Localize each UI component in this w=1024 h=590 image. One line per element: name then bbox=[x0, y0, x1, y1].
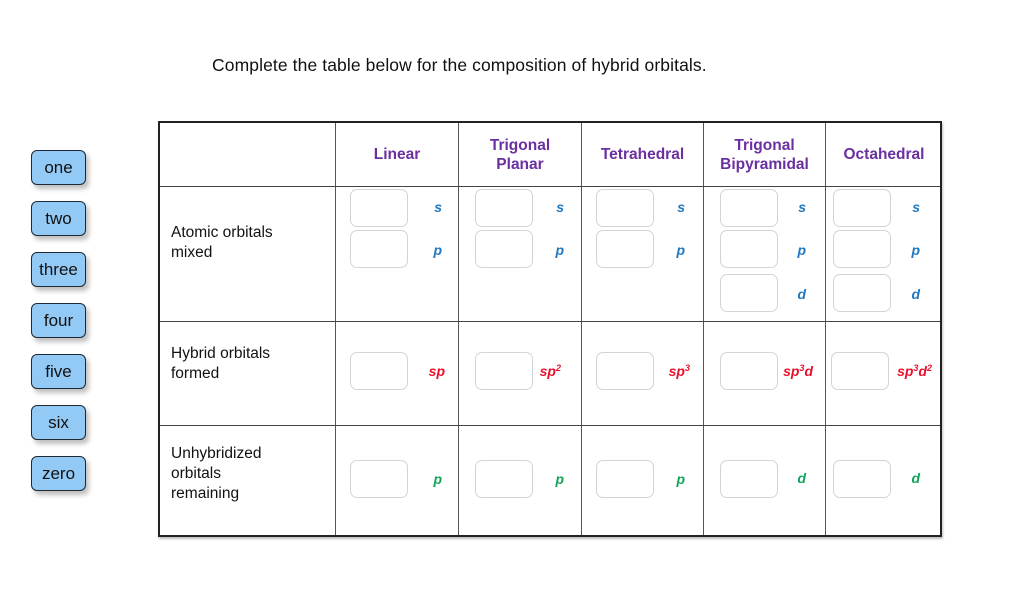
hybrid-label-sp3: sp3 bbox=[630, 363, 690, 379]
hybrid-label-superscript: 3 bbox=[684, 363, 690, 373]
row-label-text: Hybrid orbitals bbox=[171, 345, 271, 362]
hybrid-label-text: sp bbox=[428, 363, 445, 379]
column-header-trigonal-planar: Trigonal Planar bbox=[459, 123, 581, 186]
row-label-atomic-orbitals-mixed: Atomic orbitals mixed bbox=[171, 223, 273, 263]
row-label-text: Atomic orbitals bbox=[171, 224, 273, 241]
row-label-text: mixed bbox=[171, 244, 213, 261]
unhybridized-label-p: p bbox=[433, 471, 442, 487]
hybrid-label-text: sp bbox=[539, 363, 556, 379]
row-label-hybrid-orbitals-formed: Hybrid orbitals formed bbox=[171, 344, 270, 384]
column-header-text: Octahedral bbox=[843, 146, 925, 163]
hybrid-label-text: sp bbox=[668, 363, 685, 379]
orbital-label-s: s bbox=[434, 199, 442, 215]
instruction-text: Complete the table below for the composi… bbox=[212, 55, 707, 75]
chip-four[interactable]: four bbox=[31, 303, 86, 338]
orbital-label-s: s bbox=[798, 199, 806, 215]
unhybridized-label-d: d bbox=[797, 470, 806, 486]
hybrid-label-sp: sp bbox=[385, 363, 445, 379]
column-header-trigonal-bipyramidal: Trigonal Bipyramidal bbox=[704, 123, 825, 186]
chip-one[interactable]: one bbox=[31, 150, 86, 185]
row-label-text: orbitals bbox=[171, 465, 221, 482]
orbital-label-s: s bbox=[912, 199, 920, 215]
hybrid-label-text: d bbox=[918, 363, 927, 379]
grid-line bbox=[160, 186, 940, 187]
unhybridized-label-d: d bbox=[911, 470, 920, 486]
column-header-text: Trigonal bbox=[734, 136, 795, 154]
orbital-label-p: p bbox=[797, 242, 806, 258]
column-header-text: Bipyramidal bbox=[720, 155, 809, 173]
chip-two[interactable]: two bbox=[31, 201, 86, 236]
orbital-label-s: s bbox=[556, 199, 564, 215]
unhybridized-label-p: p bbox=[676, 471, 685, 487]
hybrid-label-text: sp bbox=[783, 363, 800, 379]
orbital-label-s: s bbox=[677, 199, 685, 215]
hybrid-label-superscript: 2 bbox=[926, 363, 932, 373]
column-header-text: Tetrahedral bbox=[600, 146, 685, 163]
chip-six[interactable]: six bbox=[31, 405, 86, 440]
unhybridized-label-p: p bbox=[555, 471, 564, 487]
grid-line bbox=[160, 425, 940, 426]
orbital-label-p: p bbox=[676, 242, 685, 258]
chip-five[interactable]: five bbox=[31, 354, 86, 389]
column-header-linear: Linear bbox=[336, 123, 458, 186]
hybrid-label-text: d bbox=[804, 363, 813, 379]
hybrid-label-superscript: 2 bbox=[555, 363, 561, 373]
row-label-text: formed bbox=[171, 365, 220, 382]
orbital-label-p: p bbox=[911, 242, 920, 258]
column-header-tetrahedral: Tetrahedral bbox=[582, 123, 703, 186]
hybrid-orbital-table: Linear Trigonal Planar Tetrahedral Trigon… bbox=[158, 121, 942, 537]
row-label-text: Unhybridized bbox=[171, 445, 262, 462]
grid-line bbox=[160, 321, 940, 322]
hybrid-label-sp3d2: sp3d2 bbox=[872, 363, 932, 379]
column-header-octahedral: Octahedral bbox=[826, 123, 942, 186]
chip-zero[interactable]: zero bbox=[31, 456, 86, 491]
column-header-text: Linear bbox=[373, 146, 421, 163]
row-label-unhybridized-orbitals: Unhybridized orbitals remaining bbox=[171, 444, 261, 504]
column-header-text: Planar bbox=[496, 155, 544, 173]
hybrid-label-sp2: sp2 bbox=[501, 363, 561, 379]
column-header-text: Trigonal bbox=[489, 136, 551, 154]
row-label-text: remaining bbox=[171, 485, 240, 502]
orbital-label-d: d bbox=[797, 286, 806, 302]
hybrid-label-text: sp bbox=[897, 363, 914, 379]
orbital-label-p: p bbox=[433, 242, 442, 258]
hybrid-label-sp3d: sp3d bbox=[753, 363, 813, 379]
orbital-label-d: d bbox=[911, 286, 920, 302]
orbital-label-p: p bbox=[555, 242, 564, 258]
chip-three[interactable]: three bbox=[31, 252, 86, 287]
